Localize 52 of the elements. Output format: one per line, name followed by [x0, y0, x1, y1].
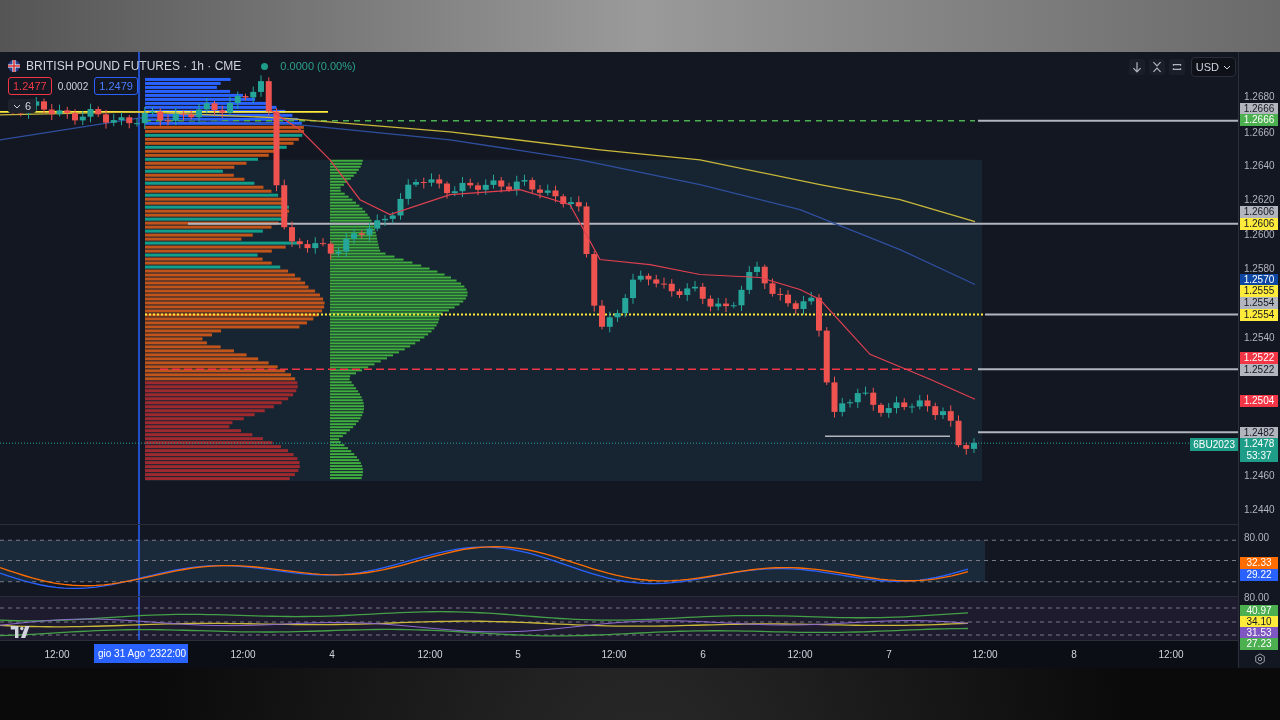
price-change: 0.0000 (0.00%)	[280, 60, 356, 72]
last-price: 1.2478	[1243, 438, 1275, 450]
cursor-time: 22:00	[161, 648, 187, 659]
price-tag: 1.2555	[1240, 285, 1278, 297]
time-label: 12:00	[1158, 649, 1184, 660]
indicators-toggle[interactable]: 6	[8, 99, 37, 113]
time-label: 12:00	[230, 649, 256, 660]
price-tag: 1.2570	[1240, 274, 1278, 286]
symbol-tag: 6BU2023	[1190, 438, 1238, 451]
axis-label: 80.00	[1244, 533, 1270, 543]
price-tag: 1.2504	[1240, 395, 1278, 407]
bar-countdown: 53:37	[1246, 450, 1272, 462]
price-tick: 1.2540	[1244, 333, 1275, 343]
value-tag: 34.10	[1240, 616, 1278, 628]
buy-button[interactable]: 1.2479	[94, 77, 138, 95]
time-label: 12:00	[601, 649, 627, 660]
price-tag: 1.2666	[1240, 114, 1278, 126]
time-label: 12:00	[417, 649, 443, 660]
time-label: 7	[886, 649, 892, 660]
price-tag: 1.2606	[1240, 218, 1278, 230]
price-tag: 1.2522	[1240, 352, 1278, 364]
time-label: 6	[700, 649, 706, 660]
price-tick: 1.2680	[1244, 92, 1275, 102]
value-tag: 27.23	[1240, 638, 1278, 650]
price-tag: 1.2666	[1240, 103, 1278, 115]
value-tag: 32.33	[1240, 557, 1278, 569]
price-tag: 1.2554	[1240, 309, 1278, 321]
currency-dropdown[interactable]: USD	[1190, 57, 1236, 77]
value-tag: 40.97	[1240, 605, 1278, 617]
sell-button[interactable]: 1.2477	[8, 77, 52, 95]
time-label: 12:00	[44, 649, 70, 660]
value-tag: 29.22	[1240, 569, 1278, 581]
price-tag: 1.2554	[1240, 297, 1278, 309]
price-tick: 1.2620	[1244, 195, 1275, 205]
value-tag: 31.53	[1240, 627, 1278, 639]
price-tag: 1.2522	[1240, 364, 1278, 376]
spread-value: 0.0002	[57, 80, 89, 92]
price-tick: 1.2440	[1244, 505, 1275, 515]
price-tick: 1.2580	[1244, 264, 1275, 274]
cursor-date: gio 31 Ago '23	[98, 648, 162, 659]
price-tick: 1.2460	[1244, 471, 1275, 481]
price-tick: 1.2640	[1244, 161, 1275, 171]
time-label: 12:00	[972, 649, 998, 660]
time-label: 5	[515, 649, 521, 660]
time-label: 4	[329, 649, 335, 660]
price-tick: 1.2660	[1244, 128, 1275, 138]
price-tag: 1.2606	[1240, 206, 1278, 218]
price-tag: 1.2482	[1240, 427, 1278, 439]
axis-label: 80.00	[1244, 593, 1270, 603]
time-label: 8	[1071, 649, 1077, 660]
price-tick: 1.2600	[1244, 230, 1275, 240]
time-label: 12:00	[787, 649, 813, 660]
